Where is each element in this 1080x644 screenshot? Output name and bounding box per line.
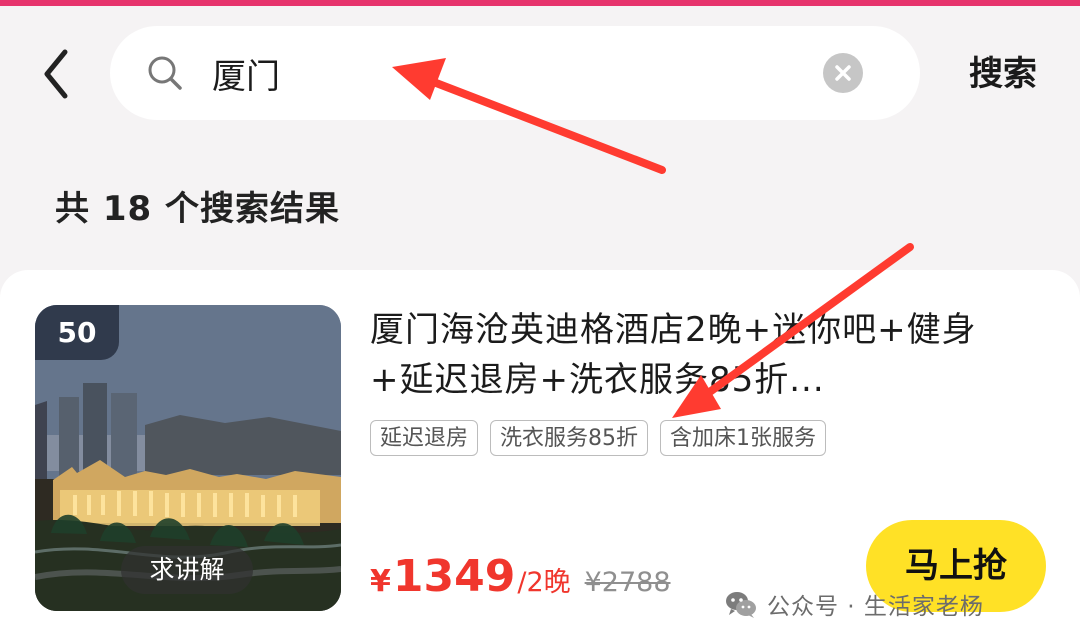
price-row: ¥ 1349 /2晚 ¥2788 <box>370 551 671 611</box>
wechat-icon <box>726 592 756 618</box>
product-tag: 洗衣服务85折 <box>490 420 649 456</box>
search-results-screen: 搜索 共 18 个搜索结果 50 <box>0 0 1080 644</box>
search-button[interactable]: 搜索 <box>958 46 1048 102</box>
watermark: 公众号 · 生活家老杨 <box>724 578 1054 630</box>
sales-badge: 50 <box>35 305 119 360</box>
chevron-left-icon <box>44 49 68 99</box>
price-value: 1349 <box>392 551 516 602</box>
results-count: 共 18 个搜索结果 <box>55 189 340 229</box>
watermark-text: 公众号 · 生活家老杨 <box>767 594 984 620</box>
search-icon <box>148 56 182 90</box>
currency-symbol: ¥ <box>370 564 391 599</box>
clear-search-button[interactable] <box>823 53 863 93</box>
product-title[interactable]: 厦门海沧英迪格酒店2晚+迷你吧+健身+延迟退房+洗衣服务85折... <box>370 305 1030 405</box>
search-input[interactable] <box>212 44 772 102</box>
price-unit: /2晚 <box>517 567 571 598</box>
explain-button[interactable]: 求讲解 <box>121 546 253 594</box>
top-border <box>0 0 1080 6</box>
back-button[interactable] <box>30 42 82 106</box>
product-tag: 延迟退房 <box>370 420 479 456</box>
original-price: ¥2788 <box>584 567 671 598</box>
product-tags: 延迟退房 洗衣服务85折 含加床1张服务 <box>370 420 827 458</box>
close-icon <box>835 65 851 81</box>
product-tag: 含加床1张服务 <box>660 420 827 456</box>
